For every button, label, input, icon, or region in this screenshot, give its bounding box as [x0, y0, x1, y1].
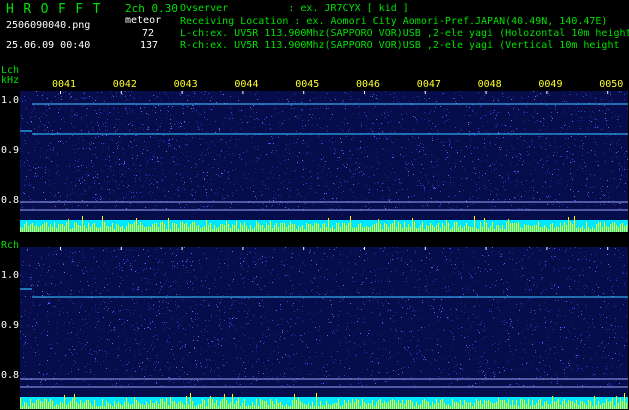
time-tick-mark — [424, 91, 426, 94]
time-tick-label: 0044 — [234, 79, 259, 90]
rch-freq-tick-0.8: 0.8 — [1, 370, 20, 381]
lch-config-line: L-ch:ex. UV5R 113.900Mhz(SAPPORO VOR)USB… — [180, 28, 629, 39]
time-tick-label: 0047 — [416, 79, 441, 90]
time-tick-label: 0045 — [295, 79, 320, 90]
lch-unit: kHz — [1, 75, 20, 86]
time-tick-mark — [181, 91, 183, 94]
lch-freq-tick-1.0: 1.0 — [1, 95, 20, 106]
time-tick-mark — [607, 247, 609, 250]
rch-count: 137 — [140, 40, 159, 51]
time-tick-mark — [546, 247, 548, 250]
time-tick-mark — [364, 91, 365, 94]
lch-count: 72 — [142, 28, 155, 39]
rch-label: Rch — [1, 240, 20, 251]
time-tick-mark — [424, 247, 426, 250]
time-tick-label: 0050 — [599, 79, 624, 90]
signal-level-bars — [20, 393, 628, 409]
time-tick-label: 0041 — [52, 79, 77, 90]
lch-freq-tick-0.8: 0.8 — [1, 195, 20, 206]
time-tick-mark — [607, 91, 609, 94]
channel-info: 2ch 0.30 — [125, 2, 178, 15]
noise-layer — [20, 91, 628, 210]
rch-freq-tick-1.0: 1.0 — [1, 270, 20, 281]
lch-waterfall — [20, 91, 628, 232]
time-tick-mark — [242, 91, 244, 94]
time-tick-mark — [120, 91, 122, 94]
rch-config-line: R-ch:ex. UV5R 113.900Mhz(SAPPORO VOR)USB… — [180, 40, 620, 51]
time-tick-mark — [181, 247, 183, 250]
rch-waterfall — [20, 247, 628, 409]
time-tick-mark — [60, 91, 61, 94]
file-name: 2506090040.png — [6, 20, 91, 31]
time-tick-label: 0042 — [112, 79, 137, 90]
time-tick-mark — [303, 247, 305, 250]
location-line: Receiving Location : ex. Aomori City Aom… — [180, 16, 608, 27]
time-tick-mark — [242, 247, 244, 250]
time-tick-label: 0046 — [356, 79, 381, 90]
event-type-label: meteor — [125, 15, 162, 26]
observer-line: Ovserver : ex. JR7CYX [ kid ] — [180, 3, 409, 14]
time-tick-mark — [364, 247, 365, 250]
time-tick-mark — [485, 91, 487, 94]
lch-freq-tick-0.9: 0.9 — [1, 145, 20, 156]
app-brand: HROFFT — [6, 2, 110, 17]
rch-freq-tick-0.9: 0.9 — [1, 320, 20, 331]
noise-layer — [20, 247, 628, 387]
time-tick-mark — [303, 91, 305, 94]
time-tick-label: 0043 — [173, 79, 198, 90]
timestamp: 25.06.09 00:40 — [6, 40, 91, 51]
time-tick-label: 0048 — [477, 79, 502, 90]
time-tick-mark — [60, 247, 61, 250]
time-tick-mark — [546, 91, 548, 94]
time-tick-mark — [120, 247, 122, 250]
time-tick-mark — [485, 247, 487, 250]
time-tick-label: 0049 — [538, 79, 563, 90]
signal-level-bars — [20, 216, 628, 232]
